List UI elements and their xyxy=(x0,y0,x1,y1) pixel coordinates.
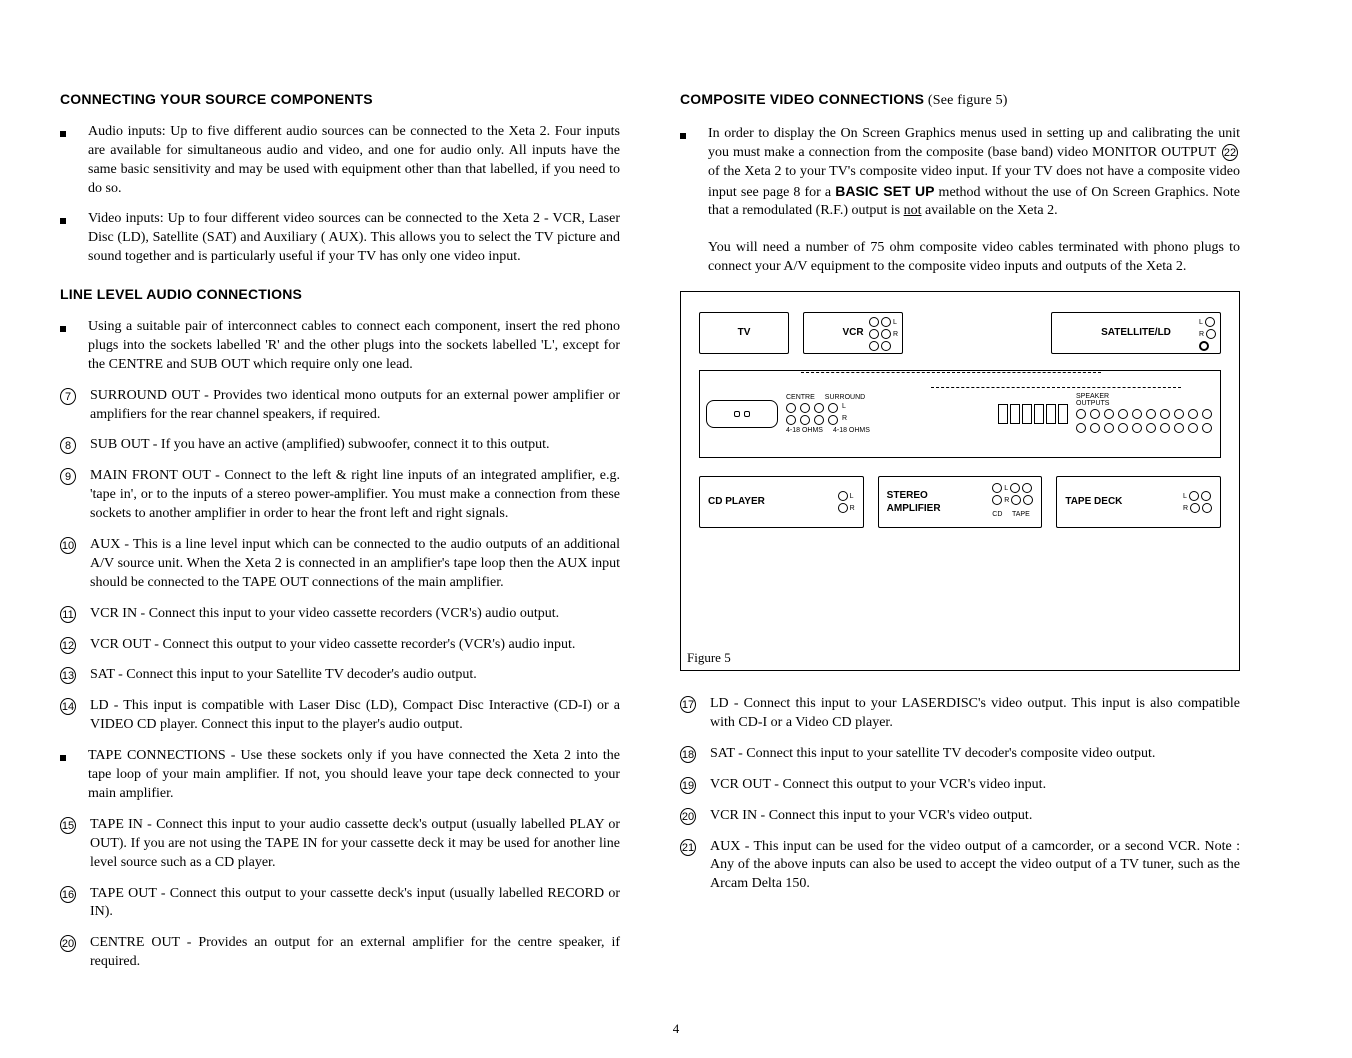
list-item: 16 TAPE OUT - Connect this output to you… xyxy=(60,885,620,923)
sat-jacks: L R xyxy=(1199,317,1216,351)
list-item: 17 LD - Connect this input to your LASER… xyxy=(680,695,1240,733)
list-item: In order to display the On Screen Graphi… xyxy=(680,125,1240,221)
ref-19-icon: 19 xyxy=(680,777,696,794)
list-item: Audio inputs: Up to five different audio… xyxy=(60,123,620,199)
ref-7-icon: 7 xyxy=(60,388,76,405)
list-item: 9 MAIN FRONT OUT - Connect to the left &… xyxy=(60,467,620,524)
figure-5-diagram: TV VCR L R SATELLITE/LD L R xyxy=(680,291,1240,671)
amp-io-jacks: SPEAKER OUTPUTS xyxy=(1076,393,1214,435)
heading-connecting: CONNECTING YOUR SOURCE COMPONENTS xyxy=(60,90,620,109)
ref-13-icon: 13 xyxy=(60,667,76,684)
list-item: 21 AUX - This input can be used for the … xyxy=(680,838,1240,895)
device-tape-deck: TAPE DECK L R xyxy=(1056,476,1221,528)
list-item: 20 CENTRE OUT - Provides an output for a… xyxy=(60,934,620,972)
figure-caption: Figure 5 xyxy=(687,649,731,667)
device-satellite-ld: SATELLITE/LD L R xyxy=(1051,312,1221,354)
vcr-jacks: L R xyxy=(869,317,898,351)
list-item: 15 TAPE IN - Connect this input to your … xyxy=(60,816,620,873)
ref-9-icon: 9 xyxy=(60,468,76,485)
ref-20-icon: 20 xyxy=(60,935,76,952)
heading-line-level: LINE LEVEL AUDIO CONNECTIONS xyxy=(60,285,620,304)
device-vcr: VCR L R xyxy=(803,312,903,354)
device-cd-player: CD PLAYER LR xyxy=(699,476,864,528)
device-stereo-amplifier: STEREO AMPLIFIER L R CD TAPE xyxy=(878,476,1043,528)
power-inlet xyxy=(706,400,778,428)
right-column: COMPOSITE VIDEO CONNECTIONS (See figure … xyxy=(680,90,1240,990)
ref-18-icon: 18 xyxy=(680,746,696,763)
ref-14-icon: 14 xyxy=(60,698,76,715)
list-composite-intro: In order to display the On Screen Graphi… xyxy=(680,125,1240,221)
ref-8-icon: 8 xyxy=(60,437,76,454)
list-item: 18 SAT - Connect this input to your sate… xyxy=(680,745,1240,764)
amp-centre-surround: CENTRE SURROUND L R 4-18 OHMS4-18 OHMS xyxy=(786,394,990,434)
ref-17-icon: 17 xyxy=(680,696,696,713)
list-item: 8 SUB OUT - If you have an active (ampli… xyxy=(60,436,620,455)
list-item: TAPE CONNECTIONS - Use these sockets onl… xyxy=(60,747,620,804)
list-item: 20 VCR IN - Connect this input to your V… xyxy=(680,807,1240,826)
device-xeta2-rear: CENTRE SURROUND L R 4-18 OHMS4-18 OHMS S… xyxy=(699,370,1221,458)
ref-15-icon: 15 xyxy=(60,817,76,834)
bullet-icon xyxy=(60,123,88,142)
bullet-icon xyxy=(60,747,88,766)
list-composite-refs: 17 LD - Connect this input to your LASER… xyxy=(680,695,1240,894)
ref-21-icon: 21 xyxy=(680,839,696,856)
bullet-icon xyxy=(60,210,88,229)
device-tv: TV xyxy=(699,312,789,354)
ref-10-icon: 10 xyxy=(60,537,76,554)
bullet-icon xyxy=(60,318,88,337)
list-item: 11 VCR IN - Connect this input to your v… xyxy=(60,605,620,624)
list-item: 10 AUX - This is a line level input whic… xyxy=(60,536,620,593)
ref-16-icon: 16 xyxy=(60,886,76,903)
composite-intro-text: In order to display the On Screen Graphi… xyxy=(708,125,1240,221)
manual-page: CONNECTING YOUR SOURCE COMPONENTS Audio … xyxy=(0,0,1352,1020)
heading-composite: COMPOSITE VIDEO CONNECTIONS (See figure … xyxy=(680,90,1240,111)
bullet-icon xyxy=(680,125,708,144)
ref-22-icon: 22 xyxy=(1222,144,1238,161)
page-number: 4 xyxy=(0,1020,1352,1058)
list-item: 7 SURROUND OUT - Provides two identical … xyxy=(60,387,620,425)
amp-vent-slots xyxy=(998,404,1068,424)
ref-12-icon: 12 xyxy=(60,637,76,654)
ref-11-icon: 11 xyxy=(60,606,76,623)
figure-row-bottom: CD PLAYER LR STEREO AMPLIFIER L R CD TAP… xyxy=(699,476,1221,528)
left-column: CONNECTING YOUR SOURCE COMPONENTS Audio … xyxy=(60,90,620,990)
list-item: 12 VCR OUT - Connect this output to your… xyxy=(60,636,620,655)
list-line-level: Using a suitable pair of interconnect ca… xyxy=(60,318,620,972)
list-item: 13 SAT - Connect this input to your Sate… xyxy=(60,666,620,685)
list-item: 14 LD - This input is compatible with La… xyxy=(60,697,620,735)
list-audio-video-inputs: Audio inputs: Up to five different audio… xyxy=(60,123,620,267)
list-item: Video inputs: Up to four different video… xyxy=(60,210,620,267)
list-item: 19 VCR OUT - Connect this output to your… xyxy=(680,776,1240,795)
composite-cable-note: You will need a number of 75 ohm composi… xyxy=(708,239,1240,277)
list-item: Using a suitable pair of interconnect ca… xyxy=(60,318,620,375)
figure-row-top: TV VCR L R SATELLITE/LD L R xyxy=(699,312,1221,354)
ref-20b-icon: 20 xyxy=(680,808,696,825)
